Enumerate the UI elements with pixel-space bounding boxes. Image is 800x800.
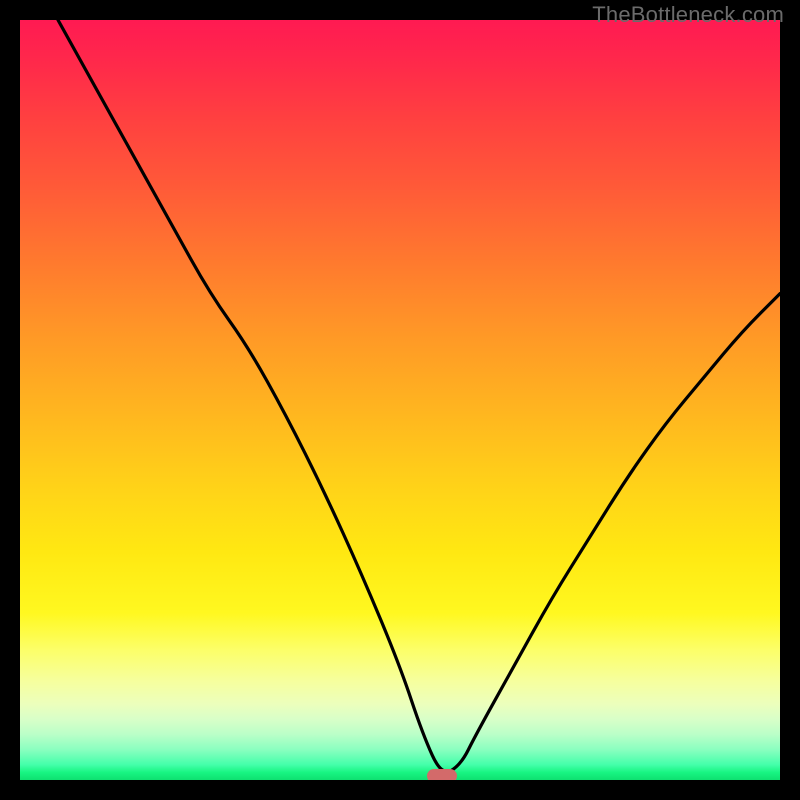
bottleneck-curve	[20, 20, 780, 780]
optimum-marker	[427, 769, 457, 780]
watermark-label: TheBottleneck.com	[592, 2, 784, 28]
plot-area	[20, 20, 780, 780]
chart-frame: TheBottleneck.com	[0, 0, 800, 800]
